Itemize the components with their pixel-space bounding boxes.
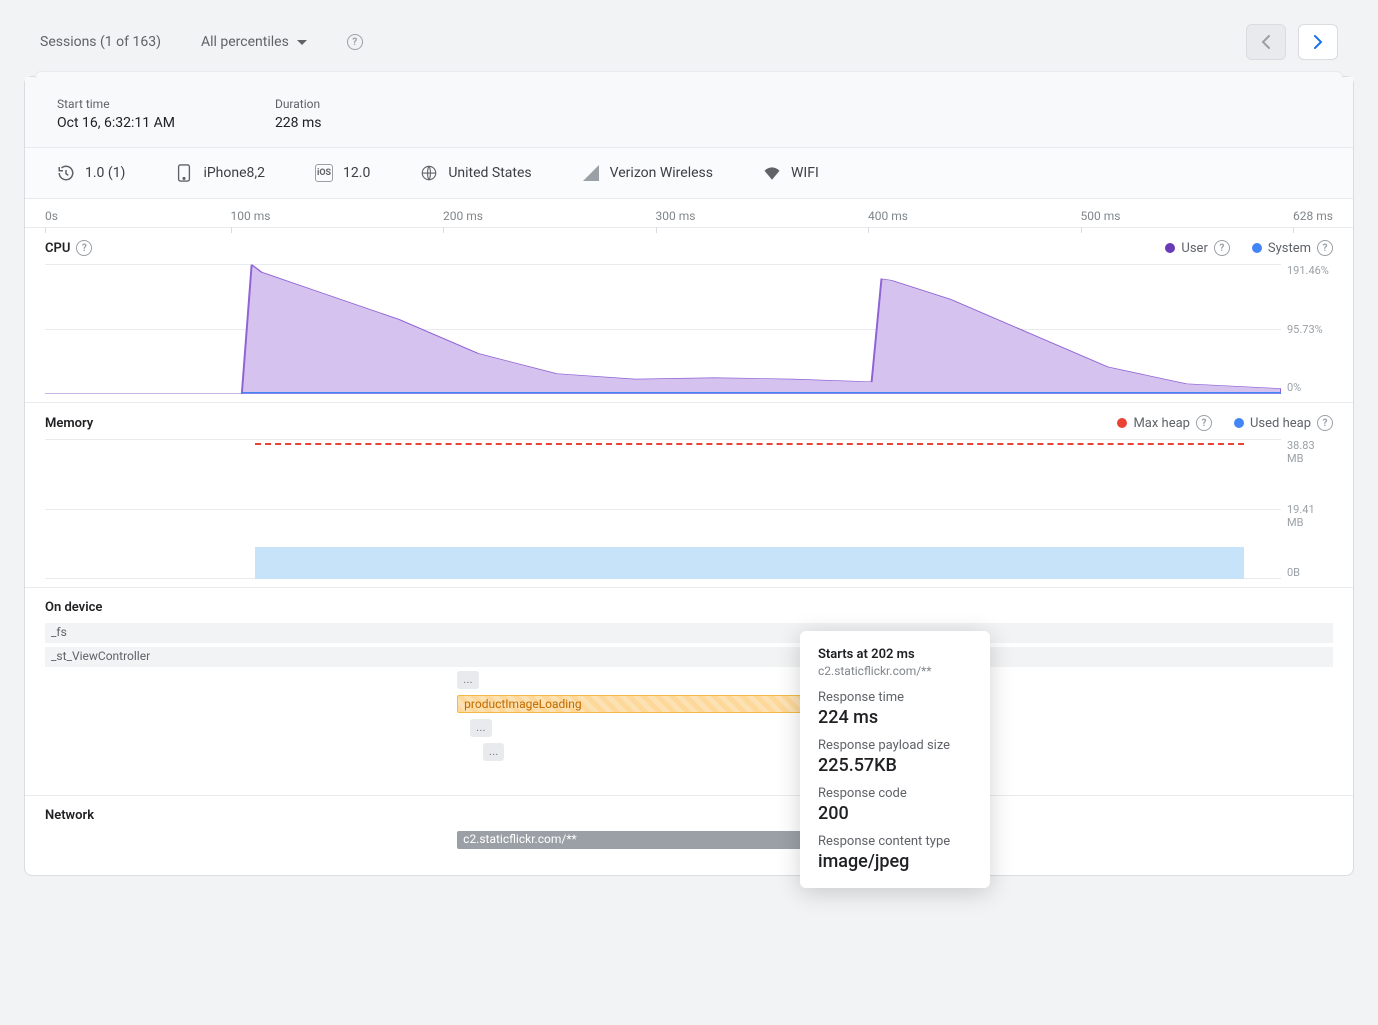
cpu-title: CPU — [45, 241, 70, 256]
meta-network: WIFI — [763, 164, 819, 182]
meta-version: 1.0 (1) — [57, 164, 125, 182]
network-section: Network c2.staticflickr.com/** — [25, 796, 1353, 875]
network-row[interactable]: c2.staticflickr.com/** — [45, 831, 1333, 851]
prev-session-button[interactable] — [1246, 24, 1286, 60]
history-icon — [57, 164, 75, 182]
network-title: Network — [45, 808, 94, 823]
trace-row[interactable]: _fs — [45, 623, 1333, 643]
session-nav — [1246, 24, 1338, 60]
start-time-label: Start time — [57, 97, 175, 111]
help-icon[interactable]: ? — [76, 240, 92, 256]
signal-icon — [582, 164, 600, 182]
dot-icon — [1234, 418, 1244, 428]
wifi-icon — [763, 164, 781, 182]
sessions-label: Sessions (1 of 163) — [40, 34, 161, 50]
memory-section: Memory Max heap ? Used heap ? — [25, 403, 1353, 588]
session-card: Start time Oct 16, 6:32:11 AM Duration 2… — [24, 76, 1354, 876]
duration-value: 228 ms — [275, 115, 322, 131]
network-tooltip: Starts at 202 ms c2.staticflickr.com/** … — [800, 631, 990, 888]
trace-row[interactable]: ... — [45, 671, 1333, 691]
trace-row[interactable]: productImageLoading — [45, 695, 1333, 715]
memory-title: Memory — [45, 416, 93, 431]
cpu-section: CPU ? User ? System ? — [25, 228, 1353, 403]
meta-device: iPhone8,2 — [175, 164, 265, 182]
trace-row[interactable]: ... — [45, 743, 1333, 763]
ondevice-title: On device — [45, 600, 102, 615]
legend-used-heap: Used heap ? — [1234, 415, 1333, 431]
phone-icon — [175, 164, 193, 182]
trace-row[interactable]: ... — [45, 719, 1333, 739]
help-icon[interactable]: ? — [1196, 415, 1212, 431]
dot-icon — [1165, 243, 1175, 253]
legend-system: System ? — [1252, 240, 1333, 256]
cpu-chart[interactable] — [45, 264, 1281, 394]
dot-icon — [1117, 418, 1127, 428]
timeline-ruler: 0s 100 ms 200 ms 300 ms 400 ms 500 ms 62… — [25, 199, 1353, 228]
session-meta: 1.0 (1) iPhone8,2 iOS 12.0 United States… — [25, 148, 1353, 199]
memory-chart[interactable] — [45, 439, 1281, 579]
globe-icon — [420, 164, 438, 182]
chevron-left-icon — [1261, 35, 1271, 49]
dot-icon — [1252, 243, 1262, 253]
help-icon[interactable]: ? — [1317, 240, 1333, 256]
meta-os: iOS 12.0 — [315, 164, 370, 182]
legend-user: User ? — [1165, 240, 1229, 256]
ondevice-section: On device _fs _st_ViewController ... pro… — [25, 588, 1353, 796]
help-icon[interactable]: ? — [1317, 415, 1333, 431]
help-icon[interactable]: ? — [1214, 240, 1230, 256]
trace-row[interactable]: ... — [45, 767, 1333, 787]
start-time-value: Oct 16, 6:32:11 AM — [57, 115, 175, 131]
meta-carrier: Verizon Wireless — [582, 164, 713, 182]
session-header: Start time Oct 16, 6:32:11 AM Duration 2… — [25, 77, 1353, 148]
legend-max-heap: Max heap ? — [1117, 415, 1212, 431]
chevron-down-icon — [297, 40, 307, 45]
help-icon[interactable]: ? — [347, 34, 363, 50]
topbar: Sessions (1 of 163) All percentiles ? — [24, 24, 1354, 76]
trace-row[interactable]: _st_ViewController — [45, 647, 1333, 667]
percentiles-dropdown[interactable]: All percentiles — [201, 34, 307, 50]
meta-country: United States — [420, 164, 531, 182]
chevron-right-icon — [1313, 35, 1323, 49]
next-session-button[interactable] — [1298, 24, 1338, 60]
ios-icon: iOS — [315, 164, 333, 182]
duration-label: Duration — [275, 97, 322, 111]
percentiles-label: All percentiles — [201, 34, 289, 50]
